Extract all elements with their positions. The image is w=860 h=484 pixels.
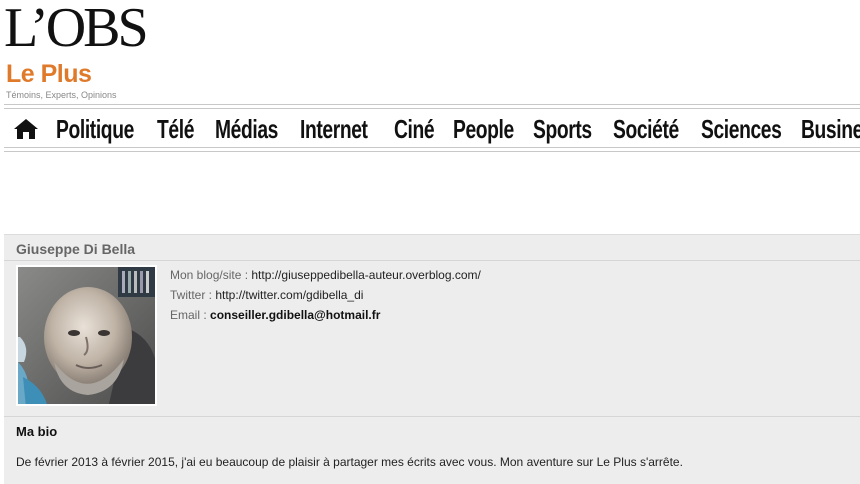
divider <box>4 416 860 417</box>
nav-item-sciences[interactable]: Sciences <box>701 113 782 145</box>
nav-item-sports[interactable]: Sports <box>533 113 592 145</box>
nav-item-societe[interactable]: Société <box>613 113 679 145</box>
bio-text: De février 2013 à février 2015, j'ai eu … <box>16 455 683 469</box>
blog-row: Mon blog/site : http://giuseppedibella-a… <box>170 265 850 285</box>
twitter-row: Twitter : http://twitter.com/gdibella_di <box>170 285 850 305</box>
main-nav: Politique Télé Médias Internet Ciné Peop… <box>4 104 860 152</box>
logo-obs: L’OBS <box>4 0 149 59</box>
email-link[interactable]: conseiller.gdibella@hotmail.fr <box>210 308 380 322</box>
nav-item-people[interactable]: People <box>453 113 514 145</box>
email-row: Email : conseiller.gdibella@hotmail.fr <box>170 305 850 325</box>
nav-item-politique[interactable]: Politique <box>56 113 134 145</box>
blog-link[interactable]: http://giuseppedibella-auteur.overblog.c… <box>251 268 480 282</box>
bio-heading: Ma bio <box>16 424 58 439</box>
author-contact-info: Mon blog/site : http://giuseppedibella-a… <box>170 265 850 325</box>
logo-le-plus: Le Plus <box>6 60 92 88</box>
email-label: Email : <box>170 308 211 322</box>
nav-item-cine[interactable]: Ciné <box>394 113 435 145</box>
author-profile: Giuseppe Di Bella Mon blog/site: http:/… <box>4 234 860 484</box>
twitter-link[interactable]: http://twitter.com/gdibella_di <box>215 288 363 302</box>
author-avatar <box>16 265 157 406</box>
divider <box>4 260 860 261</box>
site-logo[interactable]: L’OBS Le Plus Témoins, Experts, Opinions <box>4 0 204 102</box>
nav-item-internet[interactable]: Internet <box>300 113 368 145</box>
twitter-label: Twitter : <box>170 288 216 302</box>
nav-item-medias[interactable]: Médias <box>215 113 278 145</box>
home-icon[interactable] <box>13 118 39 140</box>
author-name[interactable]: Giuseppe Di Bella <box>16 241 135 257</box>
blog-label: Mon blog/site : <box>170 268 252 282</box>
logo-tagline: Témoins, Experts, Opinions <box>6 90 117 100</box>
nav-item-business[interactable]: Business <box>801 113 860 145</box>
nav-item-tele[interactable]: Télé <box>157 113 194 145</box>
